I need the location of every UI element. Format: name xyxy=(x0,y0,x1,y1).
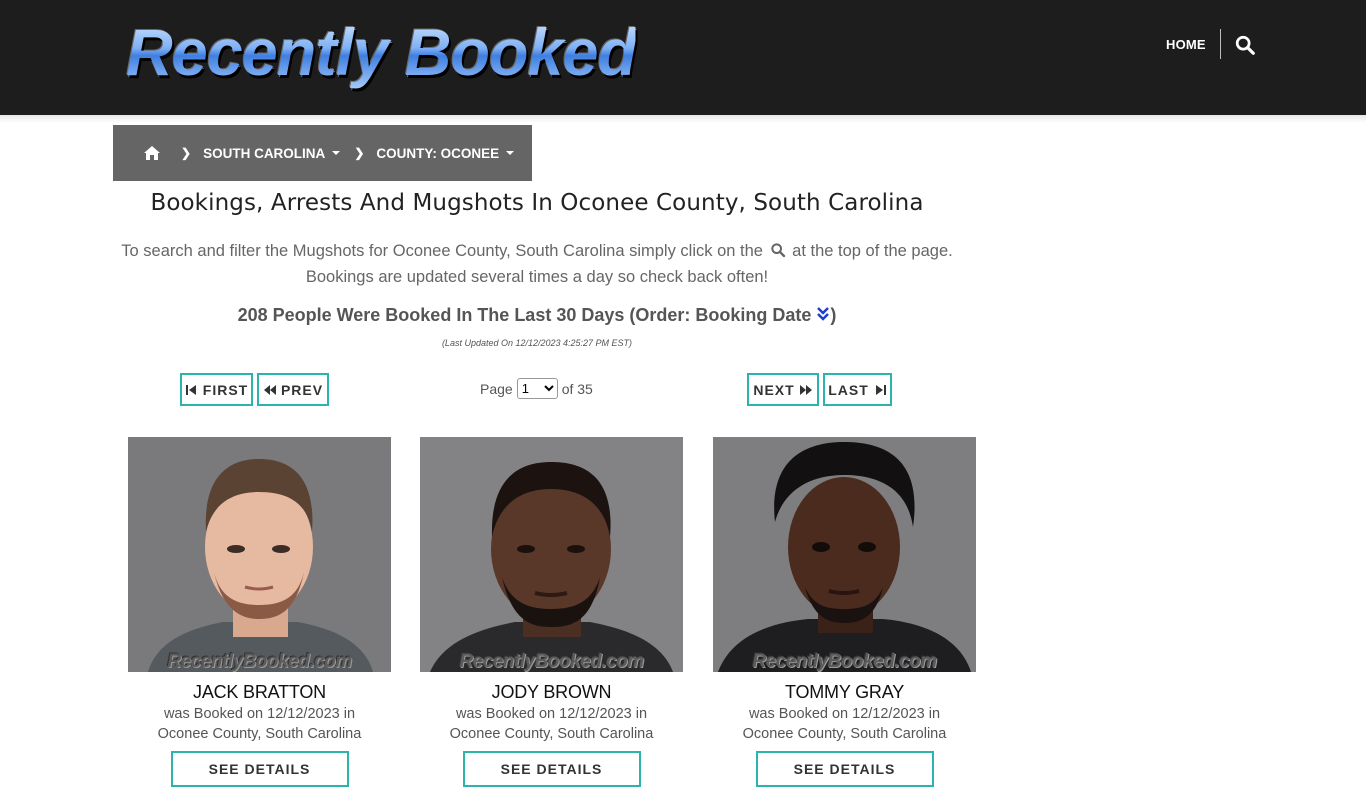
photo-watermark: RecentlyBooked.com xyxy=(167,651,352,672)
mugshot-image xyxy=(713,437,976,672)
first-page-label: FIRST xyxy=(202,381,249,398)
see-details-button[interactable]: SEE DETAILS xyxy=(462,751,641,787)
nav-home-link[interactable]: HOME xyxy=(1166,37,1206,52)
last-page-button[interactable]: LAST xyxy=(823,373,892,406)
caret-down-icon xyxy=(332,151,341,155)
breadcrumb: ❯ SOUTH CAROLINA ❯ COUNTY: OCONEE xyxy=(113,125,532,181)
booking-count-heading: 208 People Were Booked In The Last 30 Da… xyxy=(100,305,974,326)
breadcrumb-county-label: COUNTY: OCONEE xyxy=(376,145,500,161)
photo-watermark: RecentlyBooked.com xyxy=(752,651,937,672)
page-title: Bookings, Arrests And Mugshots In Oconee… xyxy=(150,190,924,216)
prev-page-button[interactable]: PREV xyxy=(257,373,329,406)
prev-page-label: PREV xyxy=(280,381,324,398)
nav-divider xyxy=(1220,29,1221,59)
last-updated-note: (Last Updated On 12/12/2023 4:25:27 PM E… xyxy=(441,338,633,348)
next-page-button[interactable]: NEXT xyxy=(747,373,819,406)
next-page-label: NEXT xyxy=(753,381,795,398)
booking-card: RecentlyBooked.com JACK BRATTON was Book… xyxy=(128,437,391,787)
breadcrumb-state-dropdown[interactable]: SOUTH CAROLINA xyxy=(203,145,341,161)
mugshot-image xyxy=(420,437,683,672)
see-details-button[interactable]: SEE DETAILS xyxy=(170,751,349,787)
booking-info: was Booked on 12/12/2023 in Oconee Count… xyxy=(420,704,683,744)
home-icon[interactable] xyxy=(143,145,161,161)
skip-last-icon xyxy=(875,384,886,395)
person-name[interactable]: JODY BROWN xyxy=(420,682,683,703)
booking-card: RecentlyBooked.com JODY BROWN was Booked… xyxy=(420,437,683,787)
page-label: Page xyxy=(480,380,513,397)
description-text-before: To search and filter the Mugshots for Oc… xyxy=(121,242,763,260)
mugshot-image xyxy=(128,437,391,672)
search-icon[interactable] xyxy=(1234,34,1256,56)
first-page-button[interactable]: FIRST xyxy=(180,373,253,406)
booking-count-text: 208 People Were Booked In The Last 30 Da… xyxy=(237,305,812,325)
skip-first-icon xyxy=(185,384,196,395)
booking-date-line: was Booked on 12/12/2023 in xyxy=(455,706,648,722)
chevron-right-icon: ❯ xyxy=(354,146,365,160)
page-total-label: of 35 xyxy=(561,380,593,397)
booking-count-close: ) xyxy=(830,305,837,325)
search-icon xyxy=(770,240,786,258)
fast-forward-icon xyxy=(799,384,812,395)
mugshot-photo[interactable]: RecentlyBooked.com xyxy=(420,437,683,672)
page-select[interactable]: 1 xyxy=(516,378,558,399)
booking-info: was Booked on 12/12/2023 in Oconee Count… xyxy=(128,704,391,744)
caret-down-icon xyxy=(506,151,515,155)
header-shadow xyxy=(0,115,1366,123)
booking-card: RecentlyBooked.com TOMMY GRAY was Booked… xyxy=(713,437,976,787)
description-text-after: at the top of the page. xyxy=(792,242,953,260)
booking-county-line: Oconee County, South Carolina xyxy=(157,726,362,742)
breadcrumb-county-dropdown[interactable]: COUNTY: OCONEE xyxy=(376,145,515,161)
booking-county-line: Oconee County, South Carolina xyxy=(449,726,654,742)
see-details-button[interactable]: SEE DETAILS xyxy=(755,751,934,787)
mugshot-photo[interactable]: RecentlyBooked.com xyxy=(128,437,391,672)
description-line-2: Bookings are updated several times a day… xyxy=(305,268,769,286)
rewind-icon xyxy=(263,384,276,395)
photo-watermark: RecentlyBooked.com xyxy=(459,651,644,672)
person-name[interactable]: JACK BRATTON xyxy=(128,682,391,703)
booking-date-line: was Booked on 12/12/2023 in xyxy=(163,706,356,722)
booking-date-line: was Booked on 12/12/2023 in xyxy=(748,706,941,722)
page-selector: Page 1 of 35 xyxy=(480,378,593,399)
site-logo[interactable]: Recently Booked xyxy=(126,14,637,90)
chevron-right-icon: ❯ xyxy=(181,146,192,160)
breadcrumb-state-label: SOUTH CAROLINA xyxy=(203,145,326,161)
booking-county-line: Oconee County, South Carolina xyxy=(742,726,947,742)
person-name[interactable]: TOMMY GRAY xyxy=(713,682,976,703)
sort-order-icon[interactable] xyxy=(816,306,830,322)
site-header: Recently Booked HOME xyxy=(0,0,1366,115)
mugshot-photo[interactable]: RecentlyBooked.com xyxy=(713,437,976,672)
last-page-label: LAST xyxy=(828,381,869,398)
page-description: To search and filter the Mugshots for Oc… xyxy=(100,238,974,290)
booking-info: was Booked on 12/12/2023 in Oconee Count… xyxy=(713,704,976,744)
